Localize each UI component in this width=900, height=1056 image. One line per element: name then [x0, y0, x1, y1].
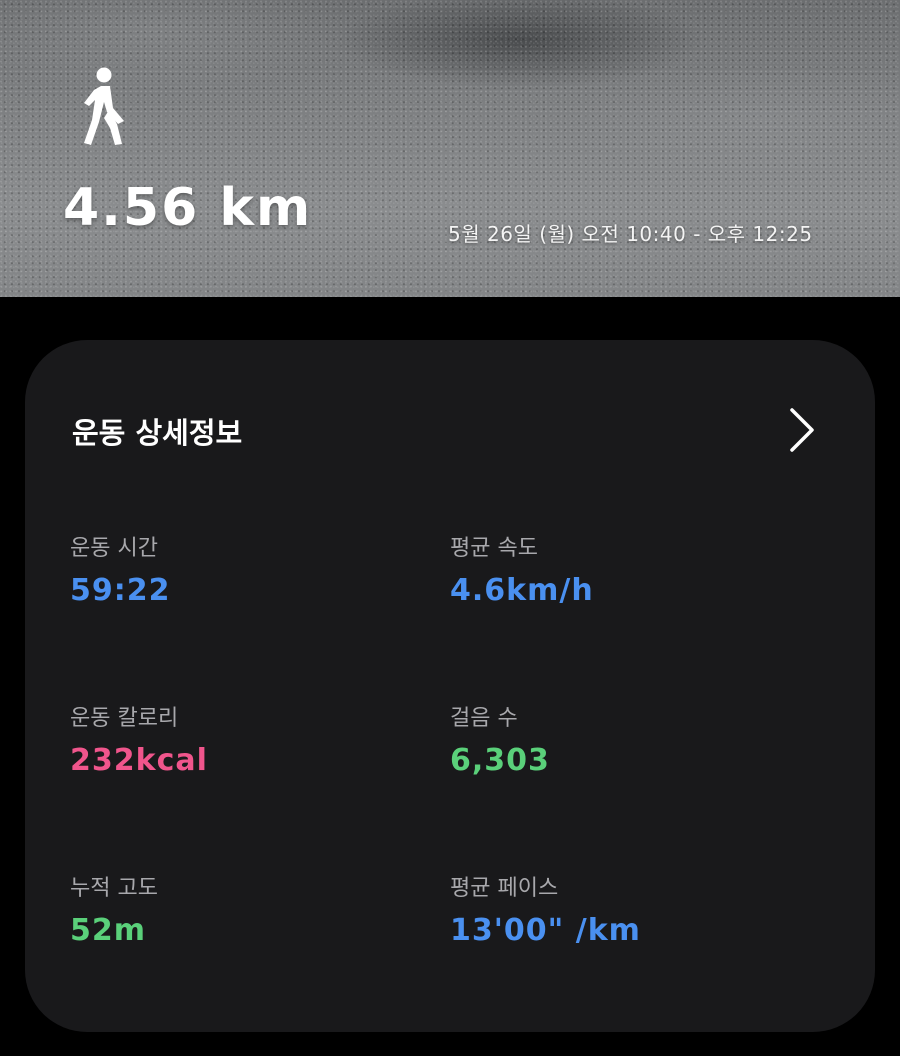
stat-value-duration: 59:22: [70, 573, 171, 608]
stat-value-steps: 6,303: [450, 743, 550, 778]
workout-details-card[interactable]: 운동 상세정보 운동 시간 59:22 평균 속도 4.6km/h 운동 칼로리…: [25, 340, 875, 1032]
stat-label-duration: 운동 시간: [70, 536, 158, 561]
stat-label-avg-speed: 평균 속도: [450, 536, 538, 561]
stat-label-avg-pace: 평균 페이스: [450, 876, 559, 901]
card-title: 운동 상세정보: [72, 416, 243, 450]
workout-datetime: 5월 26일 (월) 오전 10:40 - 오후 12:25: [448, 222, 813, 246]
stat-value-elevation: 52m: [70, 913, 147, 948]
walking-person-icon: [84, 67, 124, 145]
stat-label-steps: 걸음 수: [450, 706, 518, 731]
hero-banner: 4.56 km 5월 26일 (월) 오전 10:40 - 오후 12:25: [0, 0, 900, 297]
chevron-right-icon[interactable]: [785, 406, 819, 454]
stat-label-calories: 운동 칼로리: [70, 706, 179, 731]
stat-value-avg-speed: 4.6km/h: [450, 573, 594, 608]
distance-value: 4.56 km: [63, 178, 313, 238]
stat-value-avg-pace: 13'00" /km: [450, 913, 641, 948]
asphalt-texture: [0, 0, 900, 297]
stat-label-elevation: 누적 고도: [70, 876, 158, 901]
stat-value-calories: 232kcal: [70, 743, 208, 778]
